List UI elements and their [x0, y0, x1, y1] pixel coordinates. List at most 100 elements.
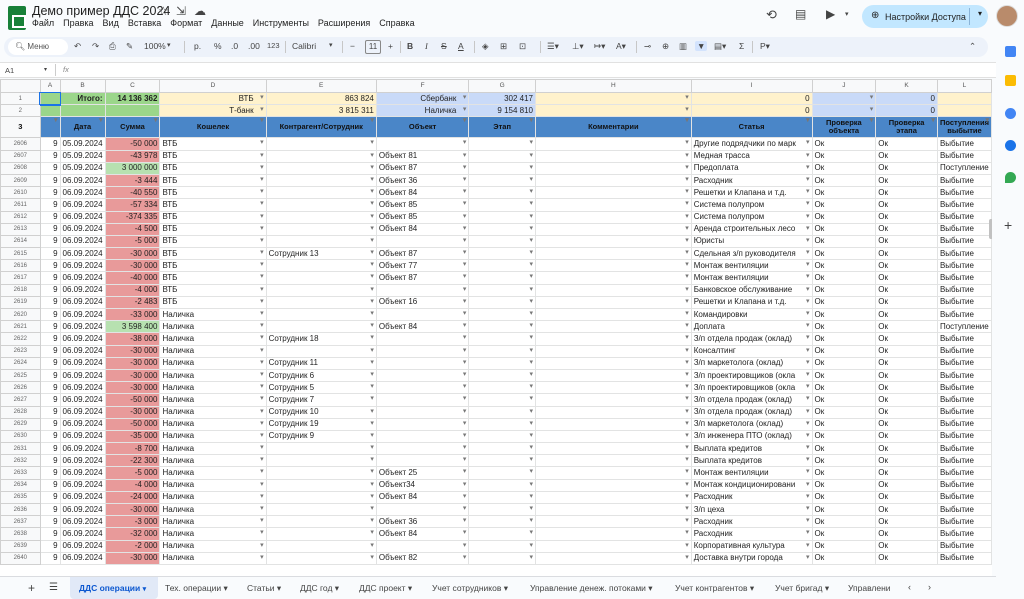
- check-stage-cell[interactable]: Ок: [875, 405, 938, 419]
- amount-cell[interactable]: -4 000: [104, 478, 161, 492]
- flow-type-cell[interactable]: Выбытие: [936, 198, 992, 212]
- month-cell[interactable]: 9: [39, 381, 61, 395]
- check-stage-cell[interactable]: Ок: [875, 539, 938, 553]
- more-formats-button[interactable]: 123: [267, 41, 280, 50]
- tab-cashflow-management[interactable]: Управление денеж. потоками ▾: [530, 583, 653, 594]
- row-header[interactable]: 2636: [0, 502, 41, 517]
- row-header[interactable]: 2633: [0, 466, 41, 480]
- article-cell[interactable]: Доплата: [690, 320, 813, 334]
- wallet-cell[interactable]: ВТБ: [159, 186, 267, 200]
- row-header[interactable]: 2616: [0, 259, 41, 273]
- row-header[interactable]: 2613: [0, 222, 41, 236]
- month-cell[interactable]: 9: [39, 210, 61, 224]
- comment-cell[interactable]: [534, 527, 692, 541]
- amount-cell[interactable]: -4 000: [104, 283, 161, 297]
- row-header[interactable]: 2606: [0, 137, 41, 151]
- amount-cell[interactable]: -3 444: [104, 173, 161, 188]
- stage-cell[interactable]: [468, 332, 536, 346]
- check-stage-cell[interactable]: Ок: [875, 320, 938, 334]
- check-object-cell[interactable]: Ок: [811, 515, 877, 529]
- date-cell[interactable]: 06.09.2024: [59, 454, 106, 468]
- history-icon[interactable]: ⟲: [766, 7, 777, 23]
- comment-cell[interactable]: [534, 393, 692, 407]
- stage-cell[interactable]: [468, 173, 536, 188]
- column-header[interactable]: A: [39, 79, 61, 93]
- wallet-cell[interactable]: Наличка: [159, 527, 267, 541]
- stage-cell[interactable]: [468, 137, 536, 151]
- flow-type-cell[interactable]: Выбытие: [936, 356, 992, 370]
- check-stage-cell[interactable]: Ок: [875, 454, 938, 468]
- wallet-cell[interactable]: Наличка: [159, 393, 267, 407]
- counterparty-cell[interactable]: [265, 515, 377, 529]
- amount-cell[interactable]: -30 000: [104, 502, 161, 517]
- check-object-cell[interactable]: Ок: [811, 283, 877, 297]
- check-object-cell[interactable]: Ок: [811, 186, 877, 200]
- counterparty-cell[interactable]: [265, 454, 377, 468]
- month-cell[interactable]: 9: [39, 515, 61, 529]
- wallet-cell[interactable]: Наличка: [159, 442, 267, 456]
- check-object-cell[interactable]: Ок: [811, 393, 877, 407]
- date-cell[interactable]: 06.09.2024: [59, 234, 106, 249]
- counterparty-cell[interactable]: [265, 502, 377, 517]
- check-stage-cell[interactable]: Ок: [875, 417, 938, 431]
- check-stage-cell[interactable]: Ок: [875, 502, 938, 517]
- comment-cell[interactable]: [534, 247, 692, 261]
- tab-employees[interactable]: Учет сотрудников ▾: [432, 583, 508, 594]
- column-header[interactable]: D: [159, 79, 267, 93]
- wallet-cell[interactable]: ВТБ: [159, 295, 267, 310]
- flow-type-cell[interactable]: Выбытие: [936, 222, 992, 236]
- cell[interactable]: [104, 104, 161, 118]
- object-cell[interactable]: Объект 87: [375, 271, 470, 285]
- check-stage-cell[interactable]: Ок: [875, 551, 938, 565]
- sheets-logo-icon[interactable]: [8, 6, 26, 30]
- month-cell[interactable]: 9: [39, 393, 61, 407]
- article-cell[interactable]: Монтаж вентиляции: [690, 271, 813, 285]
- check-object-cell[interactable]: Ок: [811, 149, 877, 163]
- flow-type-cell[interactable]: Выбытие: [936, 234, 992, 249]
- flow-type-cell[interactable]: Выбытие: [936, 210, 992, 224]
- comment-cell[interactable]: [534, 283, 692, 297]
- wallet-cell[interactable]: ВТБ: [159, 161, 267, 175]
- comment-cell[interactable]: [534, 515, 692, 529]
- comments-icon[interactable]: ▤: [795, 7, 806, 21]
- column-title[interactable]: Проверка этапа: [875, 116, 938, 139]
- object-cell[interactable]: Объект 81: [375, 149, 470, 163]
- flow-type-cell[interactable]: Выбытие: [936, 551, 992, 565]
- check-object-cell[interactable]: Ок: [811, 478, 877, 492]
- stage-cell[interactable]: [468, 539, 536, 553]
- borders-icon[interactable]: ⊞: [500, 41, 507, 52]
- wallet-cell[interactable]: ВТБ: [159, 259, 267, 273]
- counterparty-cell[interactable]: [265, 344, 377, 358]
- flow-type-cell[interactable]: Выбытие: [936, 527, 992, 541]
- month-cell[interactable]: 9: [39, 454, 61, 468]
- flow-type-cell[interactable]: Выбытие: [936, 490, 992, 505]
- month-cell[interactable]: 9: [39, 173, 61, 188]
- amount-cell[interactable]: -50 000: [104, 137, 161, 151]
- date-cell[interactable]: 06.09.2024: [59, 442, 106, 456]
- object-cell[interactable]: Объект 36: [375, 515, 470, 529]
- article-cell[interactable]: З/п отдела продаж (оклад): [690, 405, 813, 419]
- object-cell[interactable]: [375, 307, 470, 322]
- article-cell[interactable]: Аренда строительных лесо: [690, 222, 813, 236]
- row-header[interactable]: 2609: [0, 173, 41, 188]
- cell[interactable]: [534, 91, 692, 106]
- column-header[interactable]: B: [59, 79, 106, 93]
- flow-type-cell[interactable]: Выбытие: [936, 283, 992, 297]
- check-object-cell[interactable]: Ок: [811, 527, 877, 541]
- comment-cell[interactable]: [534, 234, 692, 249]
- counterparty-cell[interactable]: Сотрудник 7: [265, 393, 377, 407]
- insert-chart-icon[interactable]: ▥: [679, 41, 687, 52]
- check-stage-cell[interactable]: Ок: [875, 259, 938, 273]
- comment-cell[interactable]: [534, 186, 692, 200]
- wallet-cell[interactable]: ВТБ: [159, 234, 267, 249]
- amount-cell[interactable]: -2 000: [104, 539, 161, 553]
- check-object-cell[interactable]: Ок: [811, 234, 877, 249]
- amount-cell[interactable]: -8 700: [104, 442, 161, 456]
- wallet-cell[interactable]: ВТБ: [159, 222, 267, 236]
- month-cell[interactable]: 9: [39, 429, 61, 444]
- article-cell[interactable]: Предоплата: [690, 161, 813, 175]
- date-cell[interactable]: 06.09.2024: [59, 405, 106, 419]
- calendar-icon[interactable]: [1005, 46, 1016, 57]
- flow-type-cell[interactable]: Выбытие: [936, 405, 992, 419]
- month-cell[interactable]: 9: [39, 186, 61, 200]
